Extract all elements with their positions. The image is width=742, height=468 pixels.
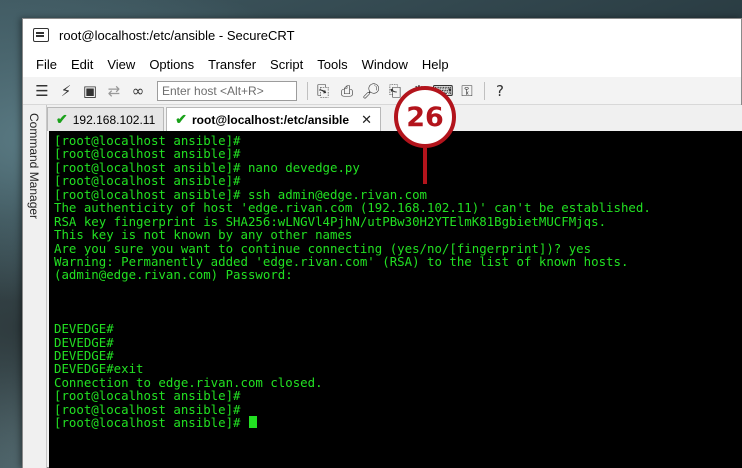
find-icon[interactable]: 🔎︎ — [360, 80, 382, 102]
terminal-line: [root@localhost ansible]# nano devedge.p… — [54, 159, 360, 175]
copy-icon[interactable]: ⎘ — [312, 80, 334, 102]
terminal-line: DEVEDGE# — [54, 348, 114, 363]
command-manager-label: Command Manager — [27, 113, 41, 220]
command-manager-panel[interactable]: Command Manager — [23, 105, 47, 468]
menu-view[interactable]: View — [100, 57, 142, 72]
terminal-line: Warning: Permanently added 'edge.rivan.c… — [54, 253, 629, 269]
link-icon[interactable]: ∞ — [127, 80, 149, 102]
tab-label: 192.168.102.11 — [72, 112, 156, 127]
menu-bar: File Edit View Options Transfer Script T… — [23, 51, 741, 77]
toolbar-divider — [484, 81, 485, 100]
menu-options[interactable]: Options — [142, 57, 201, 72]
prompt-icon[interactable]: ▣ — [79, 80, 101, 102]
callout-pointer — [423, 148, 427, 184]
terminal-line: DEVEDGE# — [54, 334, 114, 350]
title-bar: root@localhost:/etc/ansible - SecureCRT — [23, 19, 741, 51]
app-icon — [33, 28, 49, 42]
terminal-line: [root@localhost ansible]# — [54, 146, 241, 162]
help-icon[interactable]: ? — [489, 80, 511, 102]
terminal-line: [root@localhost ansible]# — [54, 388, 241, 404]
terminal-line: Connection to edge.rivan.com closed. — [54, 374, 323, 390]
menu-transfer[interactable]: Transfer — [201, 57, 263, 72]
paste-icon[interactable]: ⎙ — [336, 80, 358, 102]
tab-root-localhost[interactable]: ✔ root@localhost:/etc/ansible ✕ — [166, 107, 381, 131]
terminal-line: [root@localhost ansible]# ssh admin@edge… — [54, 186, 427, 202]
terminal-line: [root@localhost ansible]# — [54, 133, 241, 148]
terminal-line: (admin@edge.rivan.com) Password: — [54, 267, 293, 283]
securecrt-window: root@localhost:/etc/ansible - SecureCRT … — [22, 18, 742, 468]
terminal-line: [root@localhost ansible]# — [54, 401, 241, 417]
host-input[interactable] — [157, 80, 297, 101]
reconnect-icon[interactable]: ⇄ — [103, 80, 125, 102]
menu-edit[interactable]: Edit — [64, 57, 100, 72]
terminal-line: DEVEDGE#exit — [54, 361, 144, 377]
close-icon[interactable]: ✕ — [361, 112, 372, 128]
key-icon[interactable]: ⚿ — [456, 80, 478, 102]
menu-window[interactable]: Window — [355, 57, 415, 72]
menu-script[interactable]: Script — [263, 57, 310, 72]
lightning-icon[interactable]: ⚡ — [55, 80, 77, 102]
terminal-line: The authenticity of host 'edge.rivan.com… — [54, 200, 651, 216]
menu-file[interactable]: File — [29, 57, 64, 72]
menu-help[interactable]: Help — [415, 57, 456, 72]
terminal-line: [root@localhost ansible]# — [54, 173, 241, 189]
terminal-line: RSA key fingerprint is SHA256:wLNGVl4Pjh… — [54, 213, 607, 229]
terminal-output[interactable]: [root@localhost ansible]# [root@localhost… — [49, 131, 742, 468]
terminal-cursor — [248, 416, 257, 429]
terminal-line: [root@localhost ansible]# — [54, 416, 742, 430]
check-icon: ✔ — [56, 111, 68, 127]
menu-tools[interactable]: Tools — [310, 57, 354, 72]
tab-192-168-102-11[interactable]: ✔ 192.168.102.11 — [47, 107, 165, 131]
toolbar-divider — [307, 81, 308, 100]
terminal-line: DEVEDGE# — [54, 321, 114, 337]
connect-bar-icon[interactable]: ☰ — [31, 80, 53, 102]
window-title: root@localhost:/etc/ansible - SecureCRT — [59, 27, 295, 43]
step-callout-badge: 26 — [394, 86, 456, 148]
terminal-line: This key is not known by any other names — [54, 227, 353, 243]
tab-label: root@localhost:/etc/ansible — [192, 112, 350, 127]
check-icon: ✔ — [175, 111, 187, 127]
toolbar: ☰ ⚡ ▣ ⇄ ∞ ⎘ ⎙ 🔎︎ ⎗ ⚙ ⌨ ⚿ ? — [23, 77, 741, 105]
terminal-line: Are you sure you want to continue connec… — [54, 240, 592, 256]
